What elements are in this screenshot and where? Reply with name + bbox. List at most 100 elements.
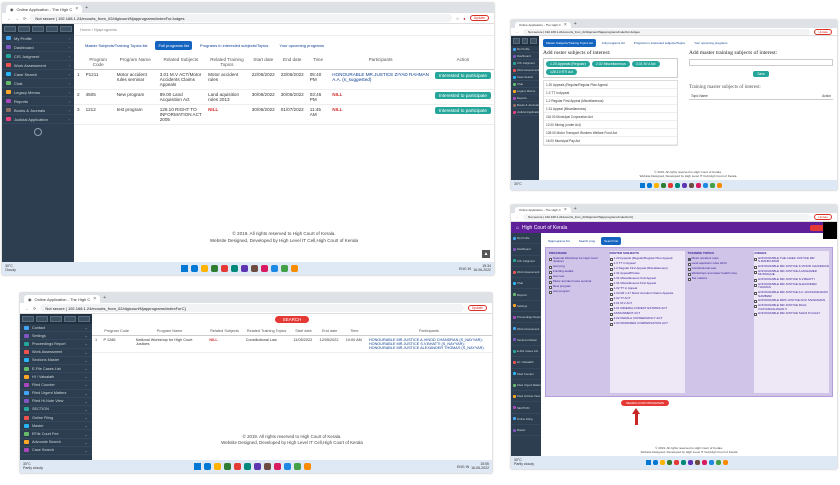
list-item[interactable]: 1.20 Appeals (Regular/Regular Plan Appea… (544, 81, 677, 89)
option-subject[interactable]: 1.31 Miscellaneous First Appeal (609, 281, 685, 286)
sidebar-item-online-filing[interactable]: Online Filing ⌄ (20, 414, 92, 423)
browser-tab[interactable]: Online Application - The High C × (515, 22, 571, 28)
taskbar-app-icon[interactable] (220, 265, 228, 272)
option-subject[interactable]: 1.31 Appeal/Private (609, 271, 685, 276)
sidebar-item-my-profile[interactable]: My Profile (511, 233, 541, 245)
taskbar-app-icon[interactable] (273, 463, 281, 470)
new-tab-icon[interactable]: + (574, 206, 577, 212)
tab-interested-programs[interactable]: Programs in interested subjects/Topics (631, 39, 688, 47)
url-field[interactable]: Not secure | 192.168.1.24/ecourts_from_0… (523, 28, 811, 35)
checkbox-icon[interactable] (754, 304, 758, 308)
taskbar-app-icon[interactable] (723, 460, 729, 465)
option-topic[interactable]: Land aquisition rules 2013 (687, 261, 751, 266)
option-judge[interactable]: HONOURABLE MR.JUSTICE RAJA VIJAYARAGHAVA… (754, 304, 829, 311)
sidebar-item-case-search[interactable]: Case Search › (2, 70, 74, 79)
sidebar-item-case-search[interactable]: Case Search ⌄ (20, 447, 92, 455)
option-topic[interactable]: Constitutional Law (687, 266, 751, 271)
list-item[interactable]: 116.00 Municipal Corporation Act (544, 113, 677, 121)
taskbar-app-icon[interactable] (213, 463, 221, 470)
reload-icon[interactable]: ⟳ (23, 16, 26, 21)
sidebar-item-master[interactable]: Master (511, 425, 541, 437)
taskbar-app-icon[interactable] (695, 460, 701, 465)
list-item[interactable]: 1.2 Regular First Appeal (Miscellaneous) (544, 97, 677, 105)
taskbar-app-icon[interactable] (702, 182, 708, 188)
sidebar-item-legacy-menus[interactable]: Legacy Menus (511, 88, 539, 95)
tab-full-programs[interactable]: Full programs list (599, 39, 628, 47)
subject-chip[interactable]: 1.20 Appeals (Regular) (546, 61, 590, 67)
new-tab-icon[interactable]: + (85, 5, 88, 11)
sidebar-item-work-assessment[interactable]: Work Assessment (511, 67, 539, 74)
taskbar-app-icon[interactable] (702, 460, 708, 465)
taskbar-app-icon[interactable] (716, 182, 722, 188)
taskbar-app-icon[interactable] (200, 265, 208, 272)
taskbar-app-icon[interactable] (230, 265, 238, 272)
sidebar-item-books-journals[interactable]: Books & Journals (511, 102, 539, 109)
close-tab-icon[interactable]: × (564, 22, 567, 28)
chip-input[interactable]: 1.20 Appeals (Regular) 2.02 Miscellaneous… (543, 58, 678, 78)
taskbar-app-icon[interactable] (250, 265, 258, 272)
interested-to-participate-button[interactable]: Interested to participate (434, 107, 491, 114)
checkbox-icon[interactable] (754, 312, 758, 316)
taskbar-app-icon[interactable] (270, 265, 278, 272)
weather-widget[interactable]: 30°C Partly cloudy (514, 458, 534, 467)
option-subject[interactable]: 1.3 TT in Appeal (609, 261, 685, 266)
taskbar-app-icon[interactable] (303, 463, 311, 470)
sidebar-item-filed-hi-note-view[interactable]: Filed Hi-Note View (511, 391, 541, 403)
close-tab-icon[interactable]: × (93, 296, 96, 302)
option-program[interactable]: test prog (549, 264, 607, 269)
checkbox-icon[interactable] (549, 290, 552, 294)
option-judge[interactable]: HONOURABLE MRS.JUSTICE ANU SIVARAMAN (754, 299, 829, 303)
sidebar-item-contact[interactable]: Contact ⌄ (20, 324, 92, 333)
tab-full-programs-list[interactable]: Full programs list (155, 41, 192, 50)
option-subject[interactable]: 3.01 MINERAL FOREST ESTATES ACT (609, 306, 685, 311)
checkbox-icon[interactable] (609, 312, 613, 316)
taskbar-app-icon[interactable] (660, 182, 666, 188)
sidebar-item-chat[interactable]: Chat › (2, 79, 74, 88)
url-field[interactable]: Not secure | 192.168.1.24/ecourts_from_0… (40, 304, 464, 312)
sidebar-item-efile-court-fee[interactable]: EFile Court Fee ⌄ (20, 430, 92, 439)
sidebar-item-work-assessment[interactable]: Work Assessment › (2, 61, 74, 70)
tab-search-prog[interactable]: Search prog (576, 237, 598, 245)
sidebar-item-proceedings-report[interactable]: Proceedings Report ⌄ (20, 340, 92, 349)
checkbox-icon[interactable] (609, 302, 613, 306)
back-icon[interactable]: ← (516, 215, 519, 219)
sidebar-item-advocate-search[interactable]: Advocate Search ⌄ (20, 439, 92, 447)
taskbar-app-icon[interactable] (293, 463, 301, 470)
back-icon[interactable]: ← (7, 16, 11, 21)
list-item[interactable]: 128.00 Motor Transport Workers Welfare F… (544, 129, 677, 137)
checkbox-icon[interactable] (687, 272, 691, 276)
option-program[interactable]: National Workshop for High Court Justice… (549, 256, 607, 264)
sidebar-item-dashboard[interactable]: Dashboard (511, 244, 541, 256)
update-button[interactable]: Update (467, 305, 487, 311)
search-programs-button[interactable]: SEARCH FOR PROGRAMS (621, 400, 670, 406)
reload-icon[interactable]: ⟳ (33, 306, 36, 311)
sidebar-item-books-journals[interactable]: Books & Journals › (2, 106, 74, 115)
sidebar-item-work-assessment[interactable]: Work Assessment (511, 267, 541, 279)
taskbar-app-icon[interactable] (660, 460, 666, 465)
taskbar-app-icon[interactable] (674, 182, 680, 188)
taskbar-app-icon[interactable] (210, 265, 218, 272)
checkbox-icon[interactable] (609, 277, 613, 281)
close-tab-icon[interactable]: × (564, 207, 567, 213)
sidebar-item-hi-valsalath[interactable]: HI / Valsalath (511, 357, 541, 369)
subject-chip[interactable]: 128.10 RTI Act (546, 69, 578, 75)
option-subject[interactable]: 3.02 KERALA CONSERVANCY ACT (609, 316, 685, 321)
subject-chip[interactable]: 3.01 M.V.Act (631, 61, 660, 67)
option-subject[interactable]: 1.31 Miscellaneous Civil Appeal (609, 276, 685, 281)
sidebar-item-filed-counter[interactable]: Filed Counter (511, 369, 541, 380)
url-field[interactable]: Not secure | 192.168.1.24/ecourts_from_0… (523, 214, 811, 220)
option-subject[interactable]: 1.33 AR 1.47 Motor Accident Claims Appea… (609, 291, 685, 296)
update-button[interactable]: Update (814, 214, 832, 220)
option-judge[interactable]: HONOURABLE MR.JUSTICE K.VINOD CHANDRAN (754, 264, 829, 269)
sidebar-item-online-filing[interactable]: Online Filing (511, 414, 541, 426)
option-subject[interactable]: 2.02 TT ACT (609, 296, 685, 301)
sidebar-item-cis-judgment[interactable]: CIS Judgment › (2, 52, 74, 61)
sidebar-item-dashboard[interactable]: Dashboard › (2, 43, 74, 52)
taskbar-app-icon[interactable] (263, 463, 271, 470)
browser-tab[interactable]: ◉ Online Application - The High C × (24, 295, 101, 303)
option-subject[interactable]: 1.20 Appeals (Regular/Regular Plan Appea… (609, 256, 685, 261)
start-icon[interactable] (180, 265, 188, 272)
sidebar-item-dashboard[interactable]: Dashboard (511, 53, 539, 60)
tab-upcoming-programs[interactable]: Your upcoming programs (691, 39, 730, 47)
taskbar-app-icon[interactable] (233, 463, 241, 470)
